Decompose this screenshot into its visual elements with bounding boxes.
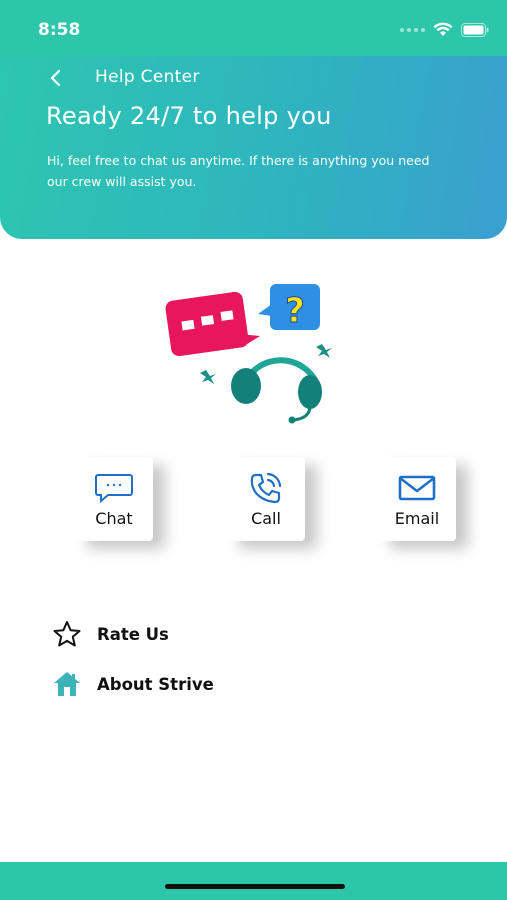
back-button[interactable]	[44, 66, 68, 90]
chat-label: Chat	[95, 508, 133, 528]
home-indicator[interactable]	[165, 884, 345, 889]
page-title: Help Center	[95, 67, 200, 87]
help-center-screen: 8:58 Help Center Ready 24/7 to help you …	[0, 0, 507, 900]
bottom-bar	[0, 862, 507, 900]
rate-us-link[interactable]: Rate Us	[52, 620, 169, 648]
call-option-card[interactable]: Call	[227, 457, 305, 541]
email-option-card[interactable]: Email	[378, 457, 456, 541]
signal-icon	[400, 27, 425, 32]
about-strive-link[interactable]: About Strive	[52, 670, 214, 698]
star-icon	[52, 620, 82, 648]
chat-bubble-icon	[94, 471, 134, 505]
phone-call-icon	[246, 471, 286, 505]
headset-icon	[231, 357, 322, 424]
pink-chat-bubble-icon	[165, 291, 260, 357]
status-time: 8:58	[38, 20, 81, 40]
call-label: Call	[251, 508, 281, 528]
support-illustration: ?	[165, 284, 332, 424]
headline: Ready 24/7 to help you	[46, 102, 332, 130]
status-bar: 8:58	[0, 0, 507, 56]
rate-us-label: Rate Us	[97, 624, 169, 644]
chevron-left-icon	[50, 69, 61, 87]
svg-text:?: ?	[285, 291, 305, 331]
battery-icon	[461, 22, 489, 37]
wifi-icon	[433, 22, 453, 36]
status-icons	[400, 22, 489, 37]
envelope-icon	[397, 471, 437, 505]
question-bubble-icon: ?	[258, 284, 320, 332]
header-subtext: Hi, feel free to chat us anytime. If the…	[47, 153, 430, 189]
about-strive-label: About Strive	[97, 674, 214, 694]
house-icon	[52, 670, 82, 698]
email-label: Email	[394, 508, 440, 528]
chat-option-card[interactable]: Chat	[75, 457, 153, 541]
